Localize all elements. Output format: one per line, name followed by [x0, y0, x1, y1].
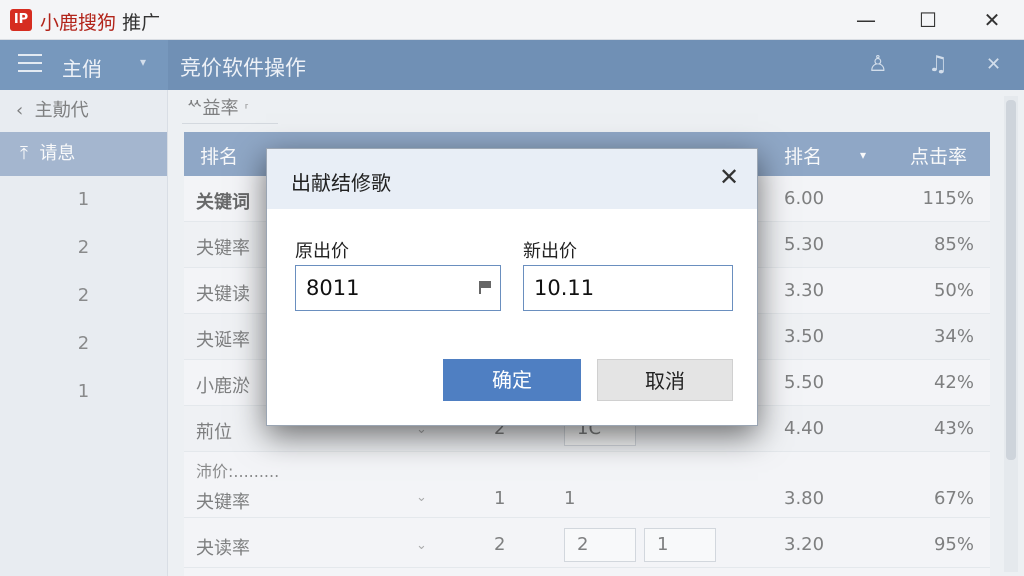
app-logo-icon: IP [10, 9, 32, 31]
confirm-button[interactable]: 确定 [443, 359, 581, 401]
title-bar: IP 小鹿搜狗 推广 — ☐ ✕ [0, 0, 1024, 40]
new-bid-field[interactable]: 10.11 [523, 265, 733, 311]
minimize-button[interactable]: — [836, 0, 896, 40]
original-bid-value: 8011 [306, 276, 360, 300]
app-title: 小鹿搜狗 推广 [40, 8, 160, 35]
flag-icon [479, 281, 491, 294]
edit-bid-dialog: 出献结修歌 ✕ 原出价 8011 新出价 10.11 确定 取消 [266, 148, 758, 426]
close-icon[interactable]: ✕ [719, 163, 739, 191]
app-title-suffix: 推广 [122, 12, 161, 34]
maximize-button[interactable]: ☐ [898, 0, 958, 40]
new-bid-value: 10.11 [534, 276, 595, 300]
dialog-title: 出献结修歌 [291, 171, 391, 195]
app-brand: 小鹿搜狗 [40, 12, 117, 34]
window-close-button[interactable]: ✕ [962, 0, 1022, 40]
cancel-button[interactable]: 取消 [597, 359, 733, 401]
original-bid-label: 原出价 [295, 241, 349, 262]
dialog-header: 出献结修歌 ✕ [267, 149, 757, 209]
original-bid-field[interactable]: 8011 [295, 265, 501, 311]
new-bid-label: 新出价 [523, 241, 577, 262]
